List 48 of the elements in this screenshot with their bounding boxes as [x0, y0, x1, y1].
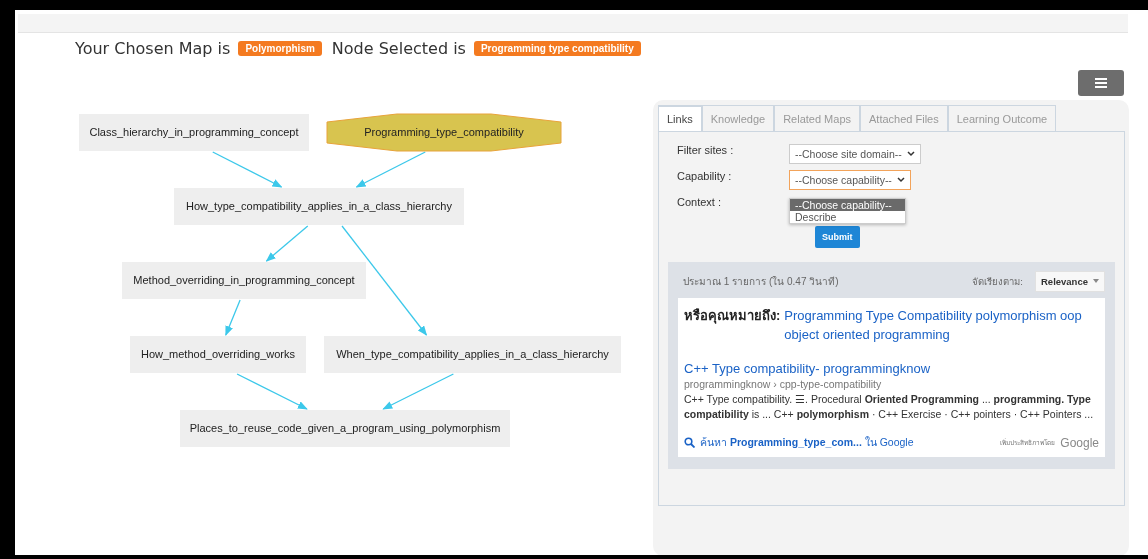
graph-node-shape[interactable] — [79, 114, 309, 151]
sort-dropdown[interactable]: Relevance — [1035, 270, 1105, 292]
google-logo: Google — [1060, 435, 1099, 450]
graph-node-shape[interactable] — [324, 336, 621, 373]
google-search-link[interactable]: ค้นหา Programming_type_com... ใน Google — [700, 434, 996, 451]
context-label: Context : — [676, 196, 723, 208]
graph-node-shape[interactable] — [180, 410, 510, 447]
node-label: Programming_type_compatibility — [364, 126, 524, 138]
node-heading: Node Selected is — [331, 38, 466, 58]
sort-label: จัดเรียงตาม: — [972, 274, 1023, 289]
result-stats: ประมาณ 1 รายการ (ใน 0.47 วินาที) — [682, 274, 840, 289]
edge-arrow — [265, 225, 309, 262]
menu-button[interactable] — [1078, 70, 1124, 96]
edge-arrow — [225, 299, 241, 336]
site-domain-select[interactable]: --Choose site domain-- — [789, 144, 921, 164]
graph-node-shape[interactable] — [130, 336, 306, 373]
capability-select[interactable]: --Choose capability-- — [789, 170, 911, 190]
node-label: When_type_compatibility_applies_in_a_class_hierarchy — [336, 348, 609, 360]
edge-arrow — [355, 151, 426, 188]
search-icon — [684, 437, 695, 448]
panel-tab[interactable]: Links — [658, 105, 702, 131]
node-label: How_method_overriding_works — [140, 348, 296, 360]
node-badge: Programming type compatibility — [473, 40, 641, 56]
edge-arrow — [236, 373, 308, 410]
edge-arrow — [212, 151, 283, 188]
chevron-icon — [906, 151, 915, 157]
node-label: How_type_compatibility_applies_in_a_class_hierarchy — [186, 200, 452, 212]
dropdown-option[interactable]: Describe — [790, 211, 905, 223]
node-label: Class_hierarchy_in_programming_concept — [89, 126, 299, 138]
filter-label: Filter sites : — [676, 144, 735, 156]
result-url: programmingknow › cpp-type-compatibility — [684, 377, 883, 392]
result-title-link[interactable]: C++ Type compatibility- programmingknow — [684, 360, 1099, 377]
graph-node-shape[interactable] — [122, 262, 366, 299]
graph-node-shape[interactable] — [326, 113, 562, 152]
map-badge: Polymorphism — [238, 40, 322, 56]
caret-icon — [1093, 279, 1099, 283]
node-label: Places_to_reuse_code_given_a_program_using_polymorphism — [189, 422, 501, 434]
did-you-mean-label: หรือคุณหมายถึง: — [684, 307, 781, 325]
graph-node-shape[interactable] — [174, 188, 464, 225]
suggestion-link[interactable]: Programming Type Compatibility polymorphism oop object oriented programming — [784, 306, 1099, 344]
capability-label: Capability : — [676, 170, 733, 182]
result-snippet: C++ Type compatibility. ☰. Procedural Oriented Programming ... programming. Type compatibility is ... C++ polymorphism · C++ Exercise · C++ pointers · C++ Pointers ... — [684, 392, 1095, 422]
chevron-icon — [896, 177, 905, 183]
map-heading: Your Chosen Map is — [75, 38, 231, 58]
submit-button[interactable]: Submit — [815, 226, 860, 248]
menu-icon — [1095, 78, 1107, 88]
node-label: Method_overriding_in_programming_concept — [133, 274, 355, 286]
dropdown-option[interactable]: --Choose capability-- — [790, 199, 905, 211]
